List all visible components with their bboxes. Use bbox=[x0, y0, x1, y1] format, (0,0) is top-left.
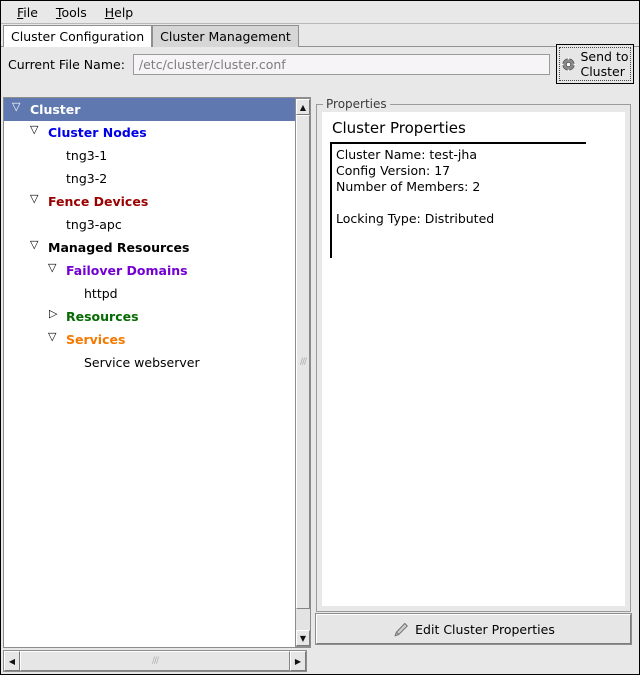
tree-item-label: Cluster Nodes bbox=[48, 124, 147, 140]
tree-item-label: httpd bbox=[84, 285, 118, 301]
scroll-up-button[interactable]: ▲ bbox=[296, 99, 310, 115]
scroll-down-button[interactable]: ▼ bbox=[296, 630, 310, 646]
send-to-cluster-label: Send to Cluster bbox=[580, 49, 628, 79]
properties-heading: Cluster Properties bbox=[332, 119, 466, 137]
tree-item-label: Resources bbox=[66, 308, 139, 324]
send-to-cluster-button[interactable]: Send to Cluster bbox=[556, 44, 634, 84]
tree-item-label: tng3-apc bbox=[66, 216, 122, 232]
menu-help[interactable]: Help bbox=[97, 3, 144, 22]
tree-item[interactable]: Fence Devices bbox=[4, 190, 295, 213]
vertical-scroll-track[interactable]: /// bbox=[296, 115, 310, 630]
tree-item-label: Fence Devices bbox=[48, 193, 149, 209]
chevron-down-icon[interactable] bbox=[48, 261, 62, 278]
chevron-down-icon[interactable] bbox=[12, 100, 26, 117]
tree-item[interactable]: tng3-1 bbox=[4, 144, 295, 167]
tree-item-label: Failover Domains bbox=[66, 262, 188, 278]
tab-cluster-management[interactable]: Cluster Management bbox=[152, 25, 299, 47]
cluster-tree-panel: Cluster Cluster Nodes tng3-1 tng3-2 Fence De… bbox=[3, 97, 311, 648]
tree-item[interactable]: tng3-2 bbox=[4, 167, 295, 190]
properties-line: Config Version: 17 bbox=[336, 163, 451, 178]
properties-line bbox=[336, 195, 586, 211]
scroll-grip-icon: /// bbox=[151, 656, 159, 666]
tree-item[interactable]: Resources bbox=[4, 305, 295, 328]
tree-item[interactable]: Cluster Nodes bbox=[4, 121, 295, 144]
menu-file-rest: ile bbox=[23, 4, 38, 20]
current-file-input[interactable]: /etc/cluster/cluster.conf bbox=[132, 53, 550, 75]
tree-item-label: tng3-2 bbox=[66, 170, 108, 186]
chevron-down-icon[interactable] bbox=[30, 238, 44, 255]
menu-help-mnemonic: H bbox=[104, 4, 115, 20]
right-pane: Properties Cluster Properties Cluster Na… bbox=[311, 97, 637, 648]
tree-item[interactable]: Services bbox=[4, 328, 295, 351]
tree-item[interactable]: Cluster bbox=[4, 98, 295, 121]
properties-line: Cluster Name: test-jha bbox=[336, 147, 477, 162]
edit-button-bar: Edit Cluster Properties bbox=[315, 613, 632, 645]
left-pane: Cluster Cluster Nodes tng3-1 tng3-2 Fence De… bbox=[3, 97, 311, 648]
tree-vertical-scrollbar[interactable]: ▲ /// ▼ bbox=[295, 98, 311, 647]
tree-item-label: Services bbox=[66, 331, 126, 347]
menu-file[interactable]: File bbox=[9, 3, 48, 22]
tree-item-label: tng3-1 bbox=[66, 147, 108, 163]
properties-group-title: Properties bbox=[323, 97, 390, 111]
menu-help-rest: elp bbox=[114, 4, 134, 20]
tab-cluster-configuration[interactable]: Cluster Configuration bbox=[3, 25, 153, 47]
properties-text-block: Cluster Name: test-jha Config Version: 17… bbox=[330, 142, 586, 258]
wrench-icon bbox=[392, 622, 409, 637]
tree-item-label: Service webserver bbox=[84, 354, 200, 370]
chevron-down-icon[interactable] bbox=[30, 192, 44, 209]
vertical-scroll-thumb[interactable]: /// bbox=[296, 115, 310, 609]
application-window: File Tools Help Cluster Configuration Cl… bbox=[0, 0, 640, 675]
send-line-1: Send to bbox=[580, 49, 629, 64]
bottom-filler bbox=[307, 650, 637, 672]
main-split: Cluster Cluster Nodes tng3-1 tng3-2 Fence De… bbox=[3, 97, 637, 648]
bottom-bar: ◀ /// ▶ bbox=[3, 650, 637, 672]
properties-groupbox: Properties Cluster Properties Cluster Na… bbox=[316, 97, 631, 612]
menu-tools[interactable]: Tools bbox=[48, 3, 97, 22]
menu-bar: File Tools Help bbox=[1, 1, 639, 24]
horizontal-scroll-track[interactable]: /// bbox=[20, 651, 290, 671]
tree-horizontal-scrollbar[interactable]: ◀ /// ▶ bbox=[3, 650, 307, 672]
tab-strip: Cluster Configuration Cluster Management bbox=[1, 24, 639, 47]
gear-icon bbox=[561, 56, 577, 72]
chevron-down-icon[interactable] bbox=[30, 123, 44, 140]
tree-item[interactable]: httpd bbox=[4, 282, 295, 305]
properties-line: Locking Type: Distributed bbox=[336, 211, 495, 226]
tree-item[interactable]: Failover Domains bbox=[4, 259, 295, 282]
scroll-left-button[interactable]: ◀ bbox=[4, 651, 20, 671]
tree-item[interactable]: Service webserver bbox=[4, 351, 295, 374]
tree-item[interactable]: Managed Resources bbox=[4, 236, 295, 259]
current-file-row: Current File Name: /etc/cluster/cluster.… bbox=[1, 44, 639, 84]
properties-content: Cluster Properties Cluster Name: test-jh… bbox=[322, 112, 625, 606]
tree-item[interactable]: tng3-apc bbox=[4, 213, 295, 236]
chevron-right-icon[interactable] bbox=[48, 307, 62, 324]
scroll-grip-icon: /// bbox=[299, 357, 307, 367]
edit-cluster-properties-button[interactable]: Edit Cluster Properties bbox=[315, 613, 632, 645]
current-file-label: Current File Name: bbox=[8, 56, 125, 72]
chevron-down-icon[interactable] bbox=[48, 330, 62, 347]
send-line-2: Cluster bbox=[580, 64, 625, 79]
properties-line: Number of Members: 2 bbox=[336, 179, 481, 194]
menu-tools-rest: ools bbox=[61, 4, 87, 20]
edit-cluster-properties-label: Edit Cluster Properties bbox=[415, 621, 555, 637]
cluster-tree[interactable]: Cluster Cluster Nodes tng3-1 tng3-2 Fence De… bbox=[4, 98, 295, 647]
tree-item-label: Cluster bbox=[30, 101, 81, 117]
scroll-right-button[interactable]: ▶ bbox=[290, 651, 306, 671]
horizontal-scroll-thumb[interactable]: /// bbox=[20, 651, 290, 671]
tree-item-label: Managed Resources bbox=[48, 239, 190, 255]
